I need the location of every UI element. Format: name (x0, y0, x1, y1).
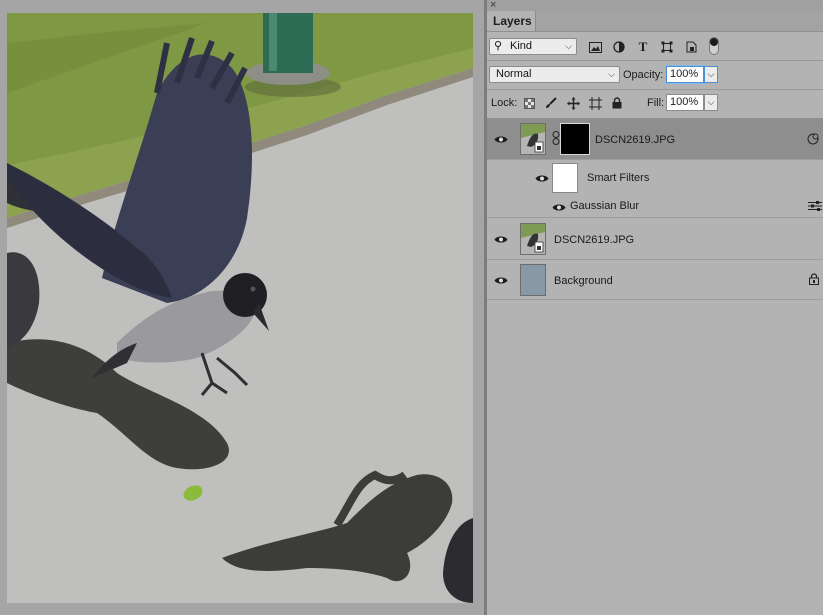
blend-mode-dropdown[interactable]: Normal ⌵ (489, 66, 620, 83)
lock-icon (806, 273, 822, 285)
filter-kind-label: Kind (510, 40, 533, 52)
pixel-layer-filter-icon[interactable] (587, 39, 603, 55)
background-thumbnail (520, 264, 546, 296)
chevron-down-icon: ⌵ (565, 41, 572, 51)
layer-name: DSCN2619.JPG (554, 234, 635, 246)
blend-mode-value: Normal (496, 68, 532, 80)
layer-name: DSCN2619.JPG (595, 134, 676, 146)
smart-object-filter-icon[interactable] (683, 39, 699, 55)
shape-layer-filter-icon[interactable] (659, 39, 675, 55)
lock-image-pixels-icon[interactable] (543, 95, 559, 111)
eye-icon[interactable] (493, 274, 509, 286)
filter-row-gaussian-blur[interactable]: Gaussian Blur (487, 196, 823, 218)
opacity-slider-dropdown[interactable]: ⌵ (704, 66, 718, 83)
blend-mode-bar: Normal ⌵ Opacity: 100% ⌵ (487, 61, 823, 90)
layer-filter-bar: ⚲ Kind ⌵ T (487, 32, 823, 61)
opacity-input[interactable]: 100% (666, 66, 704, 83)
chevron-down-icon: ⌵ (608, 69, 615, 79)
lock-label: Lock: (491, 97, 518, 109)
lock-position-icon[interactable] (565, 95, 581, 111)
chevron-down-icon: ⌵ (707, 69, 715, 79)
fill-input[interactable]: 100% (666, 94, 704, 111)
smart-filters-label: Smart Filters (587, 172, 650, 184)
filter-blending-options-icon[interactable] (807, 200, 823, 212)
layer-row-background[interactable]: Background (487, 260, 823, 300)
tab-layers[interactable]: Layers (487, 11, 536, 31)
layers-list: DSCN2619.JPG Smart Filters Gaussian Blur (487, 118, 823, 615)
panel-tabs: Layers (487, 11, 823, 32)
crow-photo (7, 13, 473, 603)
opacity-label: Opacity: (623, 69, 664, 81)
search-icon: ⚲ (494, 40, 503, 52)
adjustment-layer-filter-icon[interactable] (611, 39, 627, 55)
layer-thumbnail (520, 223, 546, 255)
chevron-down-icon: ⌵ (707, 97, 715, 107)
lock-artboard-icon[interactable] (587, 95, 603, 111)
layer-name: Background (554, 275, 613, 287)
smart-object-indicator-icon (805, 133, 821, 145)
lock-bar: Lock: Fill: 100% ⌵ (487, 90, 823, 117)
layer-thumbnail (520, 123, 546, 155)
fill-label: Fill: (647, 97, 665, 109)
eye-icon[interactable] (493, 233, 509, 245)
filter-name: Gaussian Blur (570, 200, 640, 212)
smart-filter-mask-thumbnail[interactable] (552, 163, 578, 193)
lock-all-icon[interactable] (609, 95, 625, 111)
filter-toggle-icon[interactable] (709, 37, 719, 55)
tab-layers-label: Layers (493, 14, 532, 28)
lock-transparent-pixels-icon[interactable] (521, 95, 537, 111)
eye-icon[interactable] (493, 133, 509, 145)
type-layer-filter-icon[interactable]: T (635, 39, 651, 55)
eye-icon[interactable] (534, 172, 550, 184)
eye-icon[interactable] (551, 201, 567, 213)
fill-slider-dropdown[interactable]: ⌵ (704, 94, 718, 111)
layer-row-image[interactable]: DSCN2619.JPG (487, 218, 823, 260)
panel-title-bar: × (487, 0, 823, 11)
document-canvas-area[interactable] (0, 0, 484, 615)
smart-filters-row[interactable]: Smart Filters (487, 160, 823, 196)
document-image[interactable] (7, 13, 473, 603)
filter-kind-dropdown[interactable]: ⚲ Kind ⌵ (489, 38, 577, 55)
layers-panel: × Layers ⚲ Kind ⌵ T Normal ⌵ Opacity: 10… (487, 0, 823, 615)
close-icon[interactable]: × (490, 0, 496, 11)
layer-row-smart-object[interactable]: DSCN2619.JPG (487, 118, 823, 160)
filter-mask-thumbnail[interactable] (560, 123, 590, 155)
